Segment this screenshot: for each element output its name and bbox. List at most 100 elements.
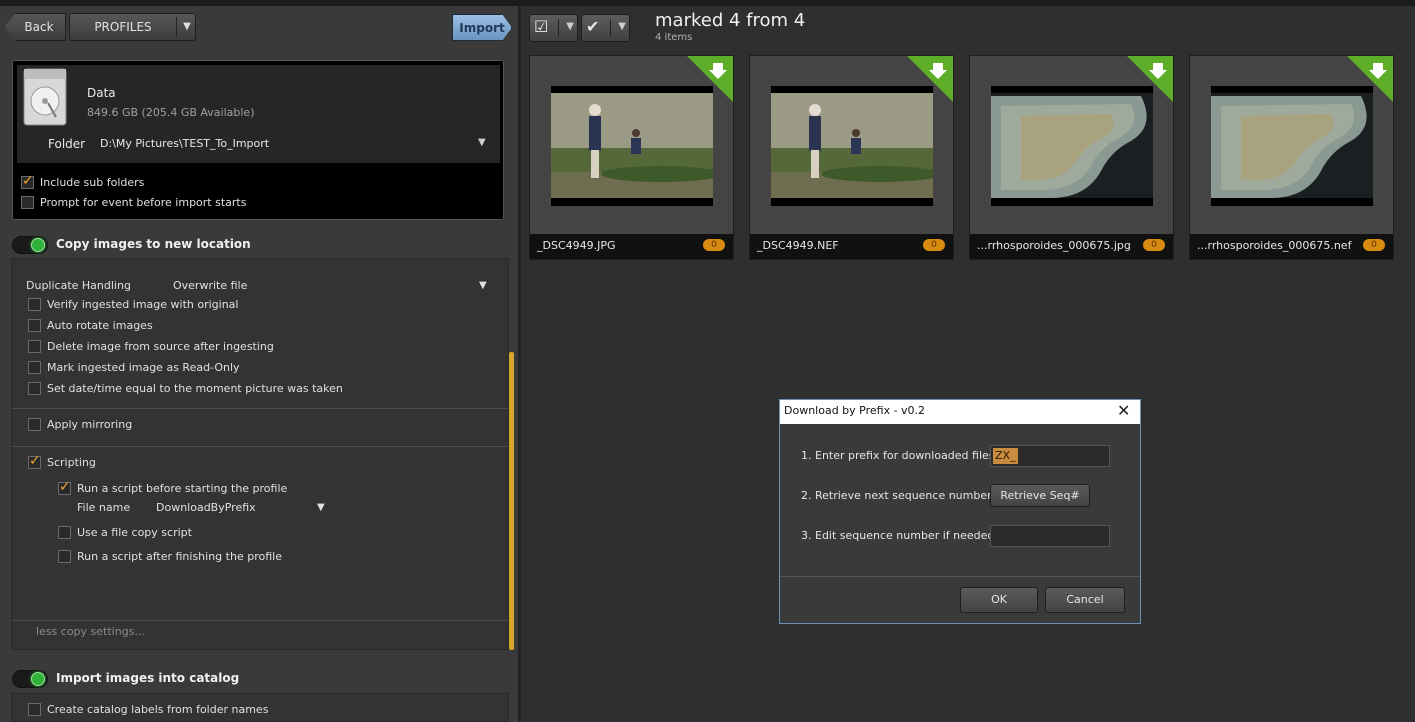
- scripting-label: Scripting: [47, 456, 96, 469]
- read-only-label: Mark ingested image as Read-Only: [47, 361, 240, 374]
- ok-button[interactable]: OK: [960, 587, 1038, 613]
- hard-drive-icon: [23, 68, 67, 126]
- scripting-checkbox[interactable]: [28, 453, 41, 469]
- chevron-down-icon[interactable]: ▼: [618, 21, 626, 32]
- copy-images-toggle[interactable]: [12, 236, 48, 254]
- download-marker-icon: [687, 56, 733, 102]
- photo-garden: [771, 86, 933, 206]
- thumbnail-filename: ...rrhosporoides_000675.nef: [1197, 239, 1352, 252]
- chevron-down-icon[interactable]: ▼: [317, 502, 325, 513]
- thumbnail-filename: ...rrhosporoides_000675.jpg: [977, 239, 1131, 252]
- rating-badge: 0: [923, 239, 945, 251]
- chevron-down-icon[interactable]: ▼: [566, 21, 574, 32]
- catalog-labels-checkbox[interactable]: [28, 703, 41, 716]
- lichen-photo-icon: [1211, 86, 1373, 206]
- mirroring-label: Apply mirroring: [47, 418, 133, 431]
- profiles-label: PROFILES: [94, 20, 152, 34]
- run-after-checkbox[interactable]: [58, 550, 71, 563]
- copy-settings-panel: [11, 258, 509, 650]
- include-sub-folders-label: Include sub folders: [40, 176, 145, 189]
- garden-photo-icon: [771, 86, 933, 206]
- set-datetime-checkbox[interactable]: [28, 382, 41, 395]
- toggle-knob: [31, 238, 45, 252]
- delete-source-checkbox[interactable]: [28, 340, 41, 353]
- folder-path-select[interactable]: D:\My Pictures\TEST_To_Import: [100, 137, 269, 150]
- chevron-down-icon[interactable]: ▼: [478, 137, 486, 148]
- mirroring-checkbox[interactable]: [28, 418, 41, 431]
- divider: [12, 620, 508, 621]
- run-before-label: Run a script before starting the profile: [77, 482, 288, 495]
- photo-lichen: [991, 86, 1153, 206]
- profiles-button[interactable]: PROFILES ▼: [69, 13, 196, 41]
- checklist-icon: ☑: [534, 17, 549, 36]
- divider: [12, 408, 508, 409]
- separator: [610, 19, 611, 37]
- file-copy-script-label: Use a file copy script: [77, 526, 192, 539]
- mark-button[interactable]: ✔ ▼: [581, 14, 630, 42]
- download-marker-icon: [1127, 56, 1173, 102]
- garden-photo-icon: [551, 86, 713, 206]
- sequence-input[interactable]: [990, 525, 1110, 547]
- checkmark-icon: ✔: [586, 17, 600, 36]
- download-marker-icon: [907, 56, 953, 102]
- step3-label: 3. Edit sequence number if needed: [801, 529, 995, 542]
- lichen-photo-icon: [991, 86, 1153, 206]
- set-datetime-label: Set date/time equal to the moment pictur…: [47, 382, 343, 395]
- chevron-down-icon[interactable]: ▼: [479, 280, 487, 291]
- thumbnail[interactable]: _DSC4949.NEF 0: [749, 55, 954, 260]
- file-copy-script-checkbox[interactable]: [58, 526, 71, 539]
- import-catalog-toggle[interactable]: [12, 670, 48, 688]
- rating-badge: 0: [1363, 239, 1385, 251]
- prefix-input[interactable]: ZX_: [990, 445, 1110, 467]
- chevron-down-icon[interactable]: ▼: [180, 14, 194, 40]
- copy-section-title: Copy images to new location: [56, 237, 251, 251]
- catalog-section-title: Import images into catalog: [56, 671, 240, 685]
- duplicate-handling-select[interactable]: Overwrite file: [173, 279, 247, 292]
- drive-space: 849.6 GB (205.4 GB Available): [87, 106, 255, 119]
- include-sub-folders-checkbox[interactable]: [21, 173, 34, 189]
- verify-label: Verify ingested image with original: [47, 298, 239, 311]
- selection-title: marked 4 from 4: [655, 10, 806, 31]
- cancel-button[interactable]: Cancel: [1045, 587, 1125, 613]
- items-count: 4 items: [655, 32, 693, 43]
- toggle-knob: [31, 672, 45, 686]
- dialog-title: Download by Prefix - v0.2: [784, 404, 926, 417]
- rating-badge: 0: [703, 239, 725, 251]
- less-settings-link[interactable]: less copy settings...: [36, 625, 145, 638]
- thumbnail[interactable]: ...rrhosporoides_000675.jpg 0: [969, 55, 1174, 260]
- prefix-value: ZX_: [993, 448, 1018, 464]
- separator: [558, 19, 559, 37]
- back-button[interactable]: Back: [4, 13, 66, 41]
- select-mode-button[interactable]: ☑ ▼: [529, 14, 578, 42]
- import-button[interactable]: Import: [452, 14, 512, 41]
- download-marker-icon: [1347, 56, 1393, 102]
- duplicate-handling-label: Duplicate Handling: [26, 279, 131, 292]
- back-label: Back: [24, 20, 54, 34]
- prompt-event-label: Prompt for event before import starts: [40, 196, 247, 209]
- rating-badge: 0: [1143, 239, 1165, 251]
- thumbnail-filename: _DSC4949.JPG: [537, 239, 616, 252]
- dialog-footer-divider: [780, 576, 1140, 577]
- run-before-checkbox[interactable]: [58, 479, 71, 495]
- file-name-label: File name: [77, 501, 131, 514]
- close-icon[interactable]: ✕: [1117, 401, 1130, 420]
- auto-rotate-label: Auto rotate images: [47, 319, 153, 332]
- delete-source-label: Delete image from source after ingesting: [47, 340, 274, 353]
- prompt-event-checkbox[interactable]: [21, 196, 34, 209]
- photo-garden: [551, 86, 713, 206]
- catalog-labels-label: Create catalog labels from folder names: [47, 703, 269, 716]
- step2-label: 2. Retrieve next sequence number: [801, 489, 992, 502]
- step1-label: 1. Enter prefix for downloaded files: [801, 449, 995, 462]
- verify-checkbox[interactable]: [28, 298, 41, 311]
- folder-label: Folder: [48, 137, 86, 151]
- script-file-select[interactable]: DownloadByPrefix: [156, 501, 256, 514]
- retrieve-seq-button[interactable]: Retrieve Seq#: [990, 484, 1090, 507]
- drive-name: Data: [87, 86, 116, 100]
- settings-scrollbar[interactable]: [509, 352, 514, 650]
- thumbnail[interactable]: _DSC4949.JPG 0: [529, 55, 734, 260]
- thumbnail[interactable]: ...rrhosporoides_000675.nef 0: [1189, 55, 1394, 260]
- run-after-label: Run a script after finishing the profile: [77, 550, 282, 563]
- profiles-separator: [176, 17, 177, 37]
- auto-rotate-checkbox[interactable]: [28, 319, 41, 332]
- read-only-checkbox[interactable]: [28, 361, 41, 374]
